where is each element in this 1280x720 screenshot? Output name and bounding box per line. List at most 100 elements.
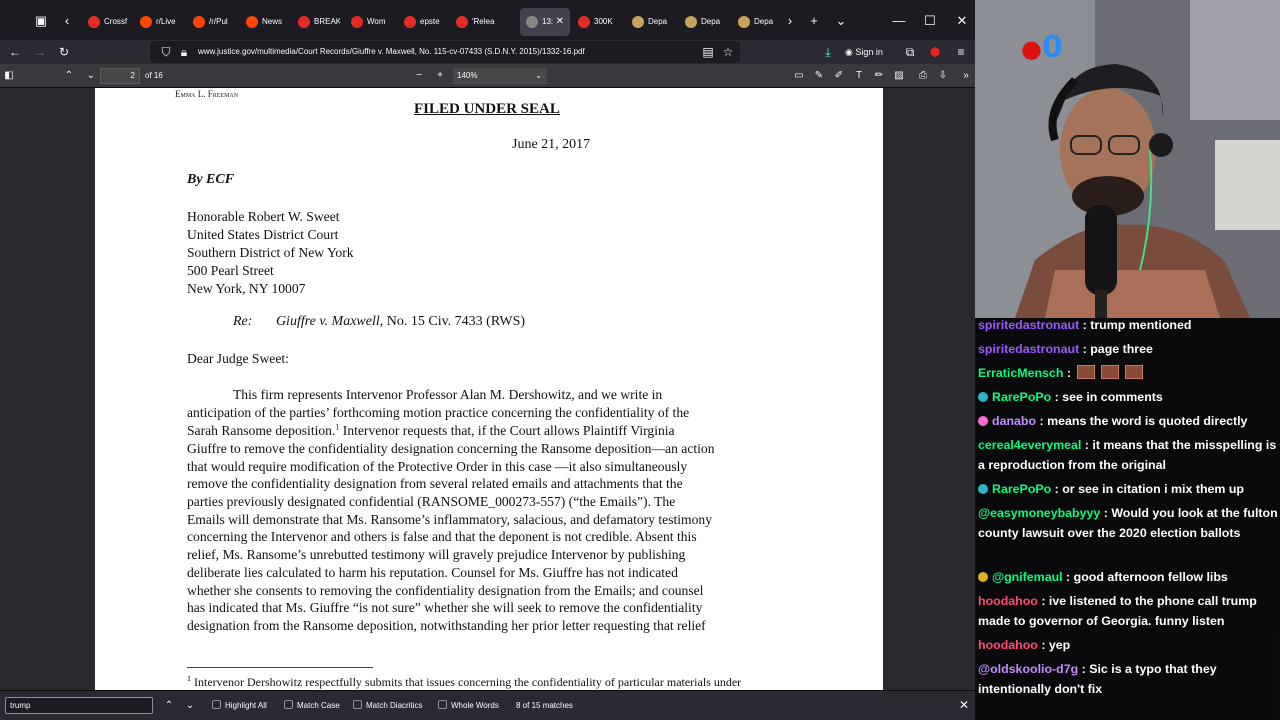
highlight-icon[interactable]: ✎ bbox=[810, 66, 828, 86]
previous-page-icon[interactable]: ⌃ bbox=[60, 66, 78, 86]
menu-icon[interactable]: ≡ bbox=[951, 42, 971, 62]
browser-tab[interactable]: Crossf bbox=[82, 8, 130, 36]
tab-list-icon[interactable]: ▣ bbox=[30, 10, 52, 32]
chat-username[interactable]: danabo bbox=[992, 414, 1036, 428]
browser-tab[interactable]: Depa bbox=[679, 8, 729, 36]
maximize-icon[interactable]: ☐ bbox=[919, 10, 941, 32]
body-line-rest: Intervenor requests that, if the Court a… bbox=[339, 423, 675, 438]
browser-tab[interactable]: epste bbox=[398, 8, 446, 36]
reader-view-icon[interactable]: ▤ bbox=[698, 42, 718, 62]
sender-name: Emma L. Freeman bbox=[175, 89, 239, 99]
account-icon: ◉ bbox=[845, 47, 856, 57]
find-input[interactable]: trump bbox=[5, 697, 153, 714]
scroll-tabs-right-icon[interactable]: › bbox=[779, 10, 801, 32]
address-line: Honorable Robert W. Sweet bbox=[187, 209, 340, 224]
close-tab-icon[interactable]: ✕ bbox=[556, 8, 564, 36]
next-page-icon[interactable]: ⌄ bbox=[82, 66, 100, 86]
print-icon[interactable]: ⎙ bbox=[914, 66, 932, 86]
tab-favicon-icon bbox=[685, 16, 697, 28]
tab-favicon-icon bbox=[351, 16, 363, 28]
browser-tab[interactable]: Depa bbox=[732, 8, 782, 36]
re-case-name: Giuffre v. Maxwell, bbox=[275, 314, 384, 329]
sidebar-toggle-icon[interactable]: ◧ bbox=[0, 66, 18, 86]
body-line: Emails will demonstrate that Ms. Ransome… bbox=[187, 512, 713, 527]
browser-tab[interactable]: 'Relea bbox=[450, 8, 498, 36]
url-bar[interactable]: ⛉ 🔒︎ www.justice.gov/multimedia/Court Re… bbox=[150, 41, 740, 63]
close-find-icon[interactable]: ✕ bbox=[956, 697, 972, 714]
shield-icon[interactable]: ⛉ bbox=[156, 42, 176, 62]
downloads-icon[interactable]: ⤓ bbox=[818, 42, 838, 62]
browser-tab[interactable]: 300K bbox=[572, 8, 622, 36]
chat-username[interactable]: spiritedastronaut bbox=[978, 318, 1079, 332]
text-icon[interactable]: T bbox=[850, 66, 868, 86]
bookmark-star-icon[interactable]: ☆ bbox=[718, 42, 738, 62]
chat-message: hoodahoo : ive listened to the phone cal… bbox=[978, 591, 1278, 631]
back-icon[interactable]: ← bbox=[5, 42, 25, 62]
chat-username[interactable]: @gnifemaul bbox=[992, 570, 1063, 584]
chat-username[interactable]: RarePoPo bbox=[992, 390, 1051, 404]
address-line: 500 Pearl Street bbox=[187, 263, 274, 278]
comment-icon[interactable]: ▭ bbox=[790, 66, 808, 86]
salutation: Dear Judge Sweet: bbox=[187, 351, 289, 366]
browser-tab[interactable]: News bbox=[240, 8, 288, 36]
tab-favicon-icon bbox=[456, 16, 468, 28]
browser-tab[interactable]: Wom bbox=[345, 8, 393, 36]
chat-username[interactable]: spiritedastronaut bbox=[978, 342, 1079, 356]
chat-username[interactable]: hoodahoo bbox=[978, 594, 1038, 608]
chevron-down-icon: ⌄ bbox=[535, 71, 542, 80]
chat-separator: : bbox=[1081, 438, 1093, 452]
browser-tab[interactable]: /r/Pul bbox=[187, 8, 235, 36]
image-icon[interactable]: ▨ bbox=[890, 66, 908, 86]
tab-favicon-icon bbox=[526, 16, 538, 28]
chat-username[interactable]: @easymoneybabyyy bbox=[978, 506, 1100, 520]
match-diacritics-checkbox[interactable]: Match Diacritics bbox=[353, 697, 422, 714]
pen-icon[interactable]: ✏ bbox=[870, 66, 888, 86]
sign-in-label: Sign in bbox=[855, 47, 883, 57]
chat-message: @gnifemaul : good afternoon fellow libs bbox=[978, 567, 1278, 587]
body-line: has indicated that Ms. Giuffre “is not s… bbox=[187, 600, 703, 615]
chat-username[interactable]: ErraticMensch bbox=[978, 366, 1063, 380]
find-previous-icon[interactable]: ⌃ bbox=[161, 697, 177, 714]
zoom-select[interactable]: 140% ⌄ bbox=[453, 68, 547, 84]
footnote-divider bbox=[187, 667, 373, 668]
tab-label: Depa bbox=[648, 17, 668, 26]
navigation-bar: ← → ↻ ⛉ 🔒︎ www.justice.gov/multimedia/Co… bbox=[0, 40, 975, 64]
minimize-icon[interactable]: — bbox=[888, 10, 910, 32]
list-all-tabs-icon[interactable]: ⌄ bbox=[830, 10, 852, 32]
browser-tab[interactable]: BREAK bbox=[292, 8, 340, 36]
browser-tab[interactable]: r/Live bbox=[134, 8, 182, 36]
forward-icon: → bbox=[34, 45, 46, 59]
close-window-icon[interactable]: ✕ bbox=[951, 10, 973, 32]
match-case-checkbox[interactable]: Match Case bbox=[284, 697, 340, 714]
chat-separator: : bbox=[1037, 594, 1049, 608]
ublock-icon[interactable]: ⬢ bbox=[925, 42, 945, 62]
extensions-icon[interactable]: ⧉ bbox=[900, 42, 920, 62]
chat-message: ErraticMensch : bbox=[978, 363, 1278, 383]
more-tools-icon[interactable]: » bbox=[957, 66, 975, 86]
chat-username[interactable]: RarePoPo bbox=[992, 482, 1051, 496]
zoom-in-icon[interactable]: + bbox=[431, 66, 449, 86]
lock-icon[interactable]: 🔒︎ bbox=[174, 42, 194, 62]
find-next-icon[interactable]: ⌄ bbox=[182, 697, 198, 714]
browser-tab[interactable]: 13: ✕ bbox=[520, 8, 570, 36]
scroll-tabs-left-icon[interactable]: ‹ bbox=[56, 10, 78, 32]
whole-words-checkbox[interactable]: Whole Words bbox=[438, 697, 499, 714]
chat-separator: : bbox=[1051, 390, 1063, 404]
body-line: relief, Ms. Ransome’s unrebutted testimo… bbox=[187, 547, 686, 562]
delivery-method: By ECF bbox=[187, 172, 235, 187]
checkbox-icon bbox=[438, 700, 447, 709]
chat-username[interactable]: @oldskoolio-d7g bbox=[978, 662, 1078, 676]
save-icon[interactable]: ⇩ bbox=[934, 66, 952, 86]
new-tab-icon[interactable]: + bbox=[803, 10, 825, 32]
pdf-viewer[interactable]: Emma L. Freeman FILED UNDER SEAL June 21… bbox=[0, 88, 975, 690]
page-number-input[interactable]: 2 bbox=[100, 68, 140, 84]
chat-username[interactable]: hoodahoo bbox=[978, 638, 1038, 652]
browser-tab[interactable]: Depa bbox=[626, 8, 676, 36]
sign-in-button[interactable]: ◉ Sign in bbox=[845, 42, 883, 62]
chat-username[interactable]: cereal4everymeal bbox=[978, 438, 1081, 452]
chat-badge-icon bbox=[978, 572, 988, 582]
draw-icon[interactable]: ✐ bbox=[830, 66, 848, 86]
zoom-out-icon[interactable]: − bbox=[410, 66, 428, 86]
reload-icon[interactable]: ↻ bbox=[54, 42, 74, 62]
highlight-all-checkbox[interactable]: Highlight All bbox=[212, 697, 267, 714]
